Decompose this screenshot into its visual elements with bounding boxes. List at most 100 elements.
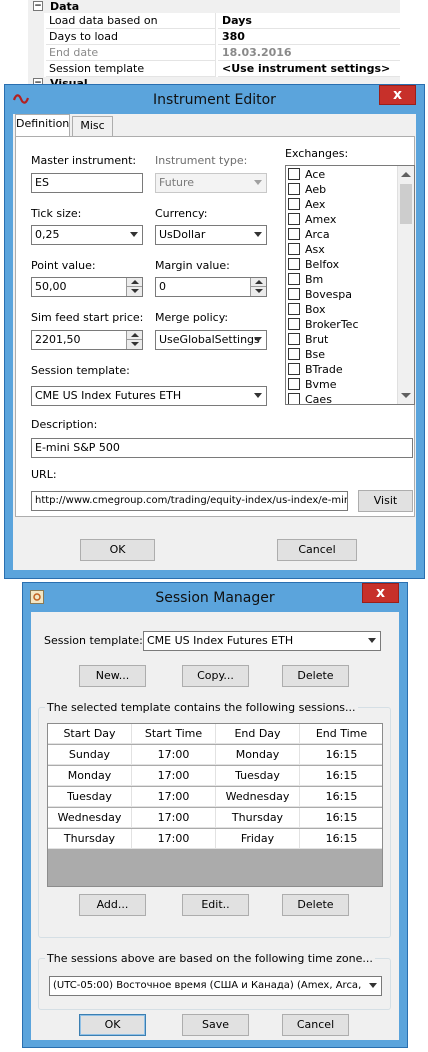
currency-dropdown[interactable]: UsDollar	[155, 225, 267, 245]
property-value: 18.03.2016	[218, 45, 400, 61]
checkbox[interactable]	[288, 243, 300, 255]
instrument-editor-body: Definition Misc Master instrument: ES Ti…	[13, 114, 416, 570]
spin-down-icon[interactable]	[250, 287, 266, 296]
instrument-editor-window: Instrument Editor x Definition Misc Mast…	[4, 84, 425, 579]
chevron-down-icon	[130, 232, 138, 237]
checkbox[interactable]	[288, 228, 300, 240]
cancel-button[interactable]: Cancel	[282, 1014, 349, 1036]
tab-bar: Definition Misc	[15, 114, 415, 136]
session-manager-body: Session template: CME US Index Futures E…	[31, 612, 399, 1040]
new-template-button[interactable]: New...	[79, 665, 146, 687]
property-value[interactable]: Days	[218, 13, 400, 29]
column-header-end-day[interactable]: End Day	[216, 724, 300, 744]
margin-value-stepper[interactable]: 0	[155, 277, 267, 297]
currency-label: Currency:	[155, 207, 208, 220]
tick-size-value: 0,25	[35, 228, 60, 241]
session-template-value: CME US Index Futures ETH	[35, 389, 182, 402]
tab-definition[interactable]: Definition	[15, 114, 70, 136]
delete-session-button[interactable]: Delete	[282, 894, 349, 916]
sim-feed-start-price-value: 2201,50	[35, 333, 81, 346]
checkbox[interactable]	[288, 378, 300, 390]
master-instrument-field[interactable]: ES	[31, 173, 143, 193]
checkbox[interactable]	[288, 363, 300, 375]
table-row[interactable]: Thursday 17:00 Friday 16:15	[48, 829, 382, 849]
property-value[interactable]: <Use instrument settings>	[218, 61, 400, 77]
timezone-dropdown[interactable]: (UTC-05:00) Восточное время (США и Канад…	[49, 976, 382, 996]
description-field[interactable]: E-mini S&P 500	[31, 438, 413, 458]
session-template-value: CME US Index Futures ETH	[147, 634, 294, 647]
close-button[interactable]: x	[362, 583, 399, 603]
property-row-load-data[interactable]: Load data based on Days	[28, 13, 400, 29]
property-row-end-date: End date 18.03.2016	[28, 45, 400, 61]
point-value-stepper[interactable]: 50,00	[31, 277, 143, 297]
checkbox[interactable]	[288, 393, 300, 404]
tab-misc[interactable]: Misc	[72, 116, 113, 136]
table-row[interactable]: Tuesday 17:00 Wednesday 16:15	[48, 787, 382, 807]
edit-session-button[interactable]: Edit..	[182, 894, 249, 916]
column-header-end-time[interactable]: End Time	[300, 724, 382, 744]
table-row[interactable]: Wednesday 17:00 Thursday 16:15	[48, 808, 382, 828]
sessions-table[interactable]: Start Day Start Time End Day End Time Su…	[47, 723, 383, 887]
checkbox[interactable]	[288, 288, 300, 300]
margin-value-label: Margin value:	[155, 259, 230, 272]
checkbox[interactable]	[288, 333, 300, 345]
add-session-button[interactable]: Add...	[79, 894, 146, 916]
checkbox[interactable]	[288, 168, 300, 180]
session-manager-titlebar[interactable]: Session Manager x	[23, 583, 407, 612]
property-key: Session template	[46, 61, 216, 77]
table-row[interactable]: Sunday 17:00 Monday 16:15	[48, 745, 382, 765]
spin-down-icon[interactable]	[126, 287, 142, 296]
visit-button[interactable]: Visit	[358, 490, 413, 512]
spin-up-icon[interactable]	[250, 278, 266, 287]
chevron-down-icon	[254, 337, 262, 342]
merge-policy-dropdown[interactable]: UseGlobalSettings	[155, 330, 267, 350]
merge-policy-value: UseGlobalSettings	[159, 333, 260, 346]
session-template-dropdown[interactable]: CME US Index Futures ETH	[31, 386, 267, 406]
cancel-button[interactable]: Cancel	[277, 539, 357, 561]
save-button[interactable]: Save	[182, 1014, 249, 1036]
checkbox[interactable]	[288, 258, 300, 270]
property-row-days-to-load[interactable]: Days to load 380	[28, 29, 400, 45]
checkbox[interactable]	[288, 198, 300, 210]
instrument-type-value: Future	[159, 176, 195, 189]
scroll-down-icon[interactable]	[401, 393, 411, 398]
checkbox[interactable]	[288, 183, 300, 195]
scroll-thumb[interactable]	[400, 184, 412, 224]
checkbox[interactable]	[288, 303, 300, 315]
exchanges-scrollbar[interactable]	[397, 166, 414, 404]
exchanges-list[interactable]: Ace Aeb Aex Amex Arca Asx Belfox Bm Bove…	[285, 165, 415, 405]
column-header-start-time[interactable]: Start Time	[132, 724, 216, 744]
table-row[interactable]: Monday 17:00 Tuesday 16:15	[48, 766, 382, 786]
chevron-down-icon	[254, 393, 262, 398]
description-label: Description:	[31, 418, 98, 431]
column-header-start-day[interactable]: Start Day	[48, 724, 132, 744]
session-template-dropdown[interactable]: CME US Index Futures ETH	[143, 631, 381, 651]
chevron-down-icon	[369, 983, 377, 988]
close-button[interactable]: x	[379, 85, 416, 105]
section-data-label: Data	[50, 0, 80, 13]
ok-button[interactable]: OK	[79, 1014, 146, 1036]
sim-feed-start-price-stepper[interactable]: 2201,50	[31, 330, 143, 350]
checkbox[interactable]	[288, 348, 300, 360]
delete-template-button[interactable]: Delete	[282, 665, 349, 687]
window-title: Session Manager	[155, 590, 275, 606]
spin-up-icon[interactable]	[126, 278, 142, 287]
scroll-up-icon[interactable]	[401, 172, 411, 177]
ok-button[interactable]: OK	[80, 539, 155, 561]
property-row-session-template[interactable]: Session template <Use instrument setting…	[28, 61, 400, 77]
section-data-header[interactable]: − Data	[28, 0, 400, 13]
spin-down-icon[interactable]	[126, 340, 142, 349]
url-field[interactable]: http://www.cmegroup.com/trading/equity-i…	[31, 491, 348, 511]
collapse-icon[interactable]: −	[33, 1, 43, 11]
currency-value: UsDollar	[159, 228, 206, 241]
property-value[interactable]: 380	[218, 29, 400, 45]
tick-size-dropdown[interactable]: 0,25	[31, 225, 143, 245]
chevron-down-icon	[254, 232, 262, 237]
instrument-editor-titlebar[interactable]: Instrument Editor x	[5, 85, 424, 114]
checkbox[interactable]	[288, 213, 300, 225]
spin-up-icon[interactable]	[126, 331, 142, 340]
checkbox[interactable]	[288, 273, 300, 285]
copy-template-button[interactable]: Copy...	[182, 665, 249, 687]
margin-value-value: 0	[159, 280, 166, 293]
checkbox[interactable]	[288, 318, 300, 330]
